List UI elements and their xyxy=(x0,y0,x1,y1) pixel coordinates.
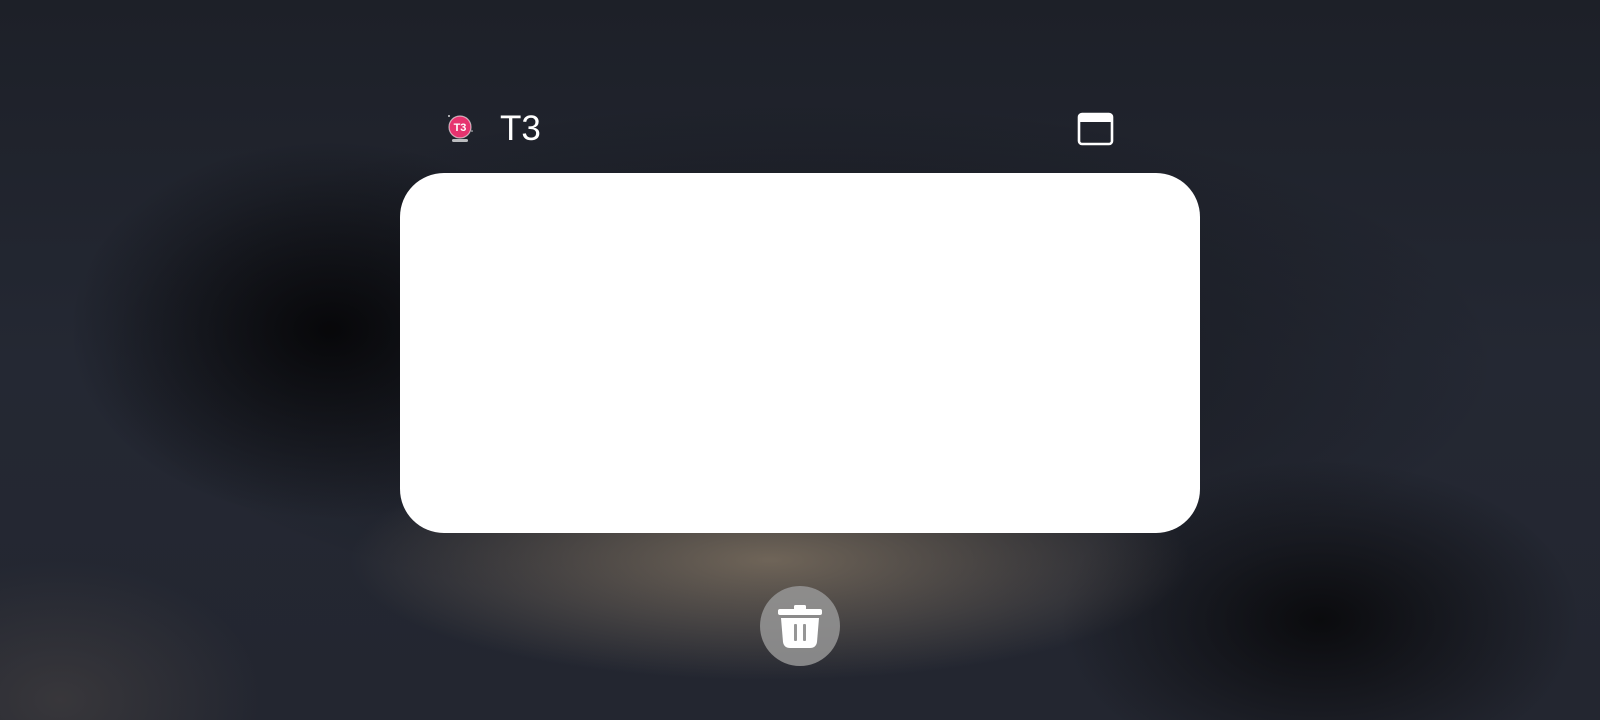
task-header: T3 T3 xyxy=(440,104,1120,154)
app-title: T3 xyxy=(500,109,541,148)
task-preview-card[interactable] xyxy=(400,173,1200,533)
app-icon-letters: T3 xyxy=(454,122,467,134)
trash-icon xyxy=(778,605,822,648)
t3-app-icon[interactable]: T3 xyxy=(444,112,476,144)
window-icon xyxy=(1077,112,1114,146)
window-mode-button[interactable] xyxy=(1076,110,1116,150)
clear-all-button[interactable] xyxy=(760,586,840,666)
